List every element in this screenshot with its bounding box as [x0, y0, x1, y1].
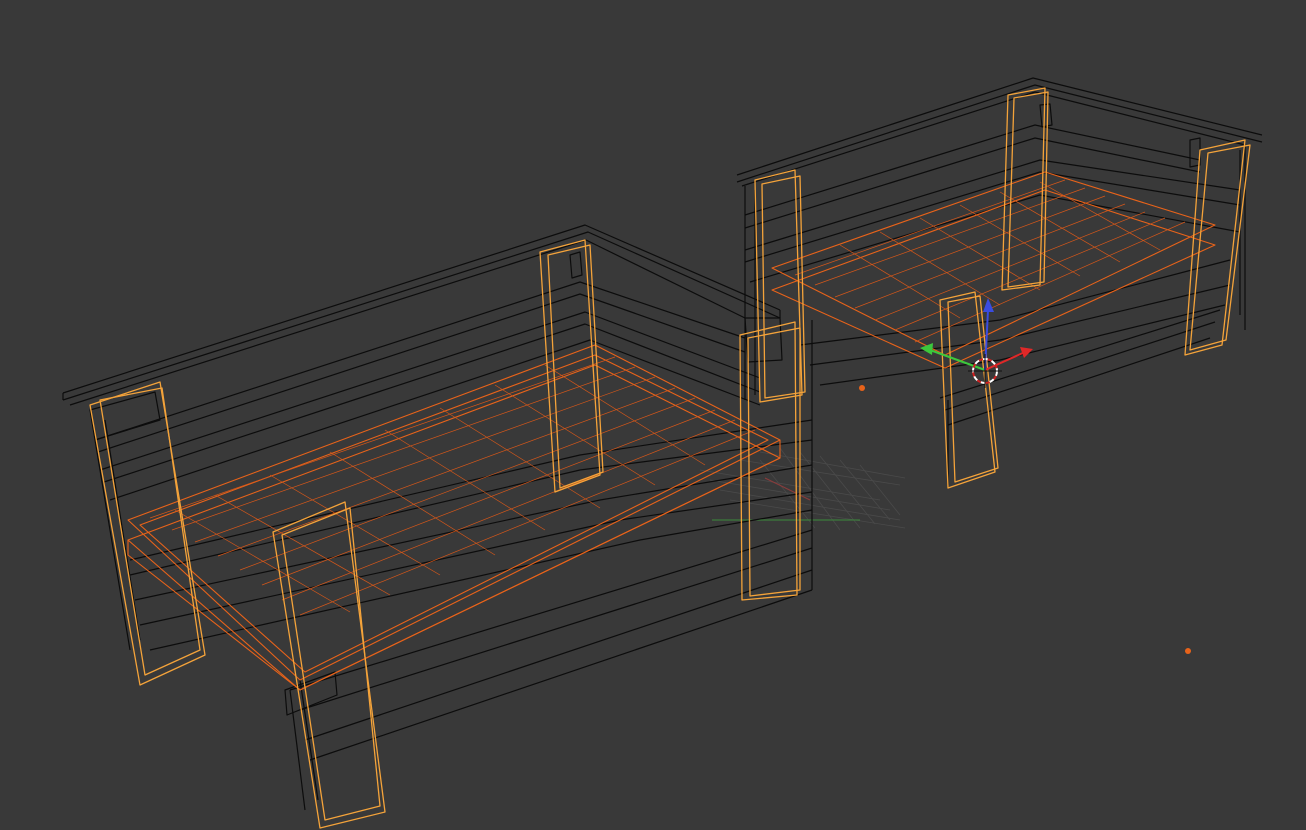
origin-point: [1185, 648, 1191, 654]
cushion-right[interactable]: [771, 171, 1216, 369]
cushion-left[interactable]: [127, 344, 781, 691]
3d-cursor-icon: [968, 354, 1002, 388]
y-axis-arrow-icon[interactable]: [920, 343, 933, 355]
sofa-frame-right[interactable]: [736, 77, 1263, 485]
floor-grid: [699, 447, 906, 531]
origin-point: [859, 385, 865, 391]
legs-left[interactable]: [89, 239, 801, 829]
3d-viewport[interactable]: [0, 0, 1306, 830]
